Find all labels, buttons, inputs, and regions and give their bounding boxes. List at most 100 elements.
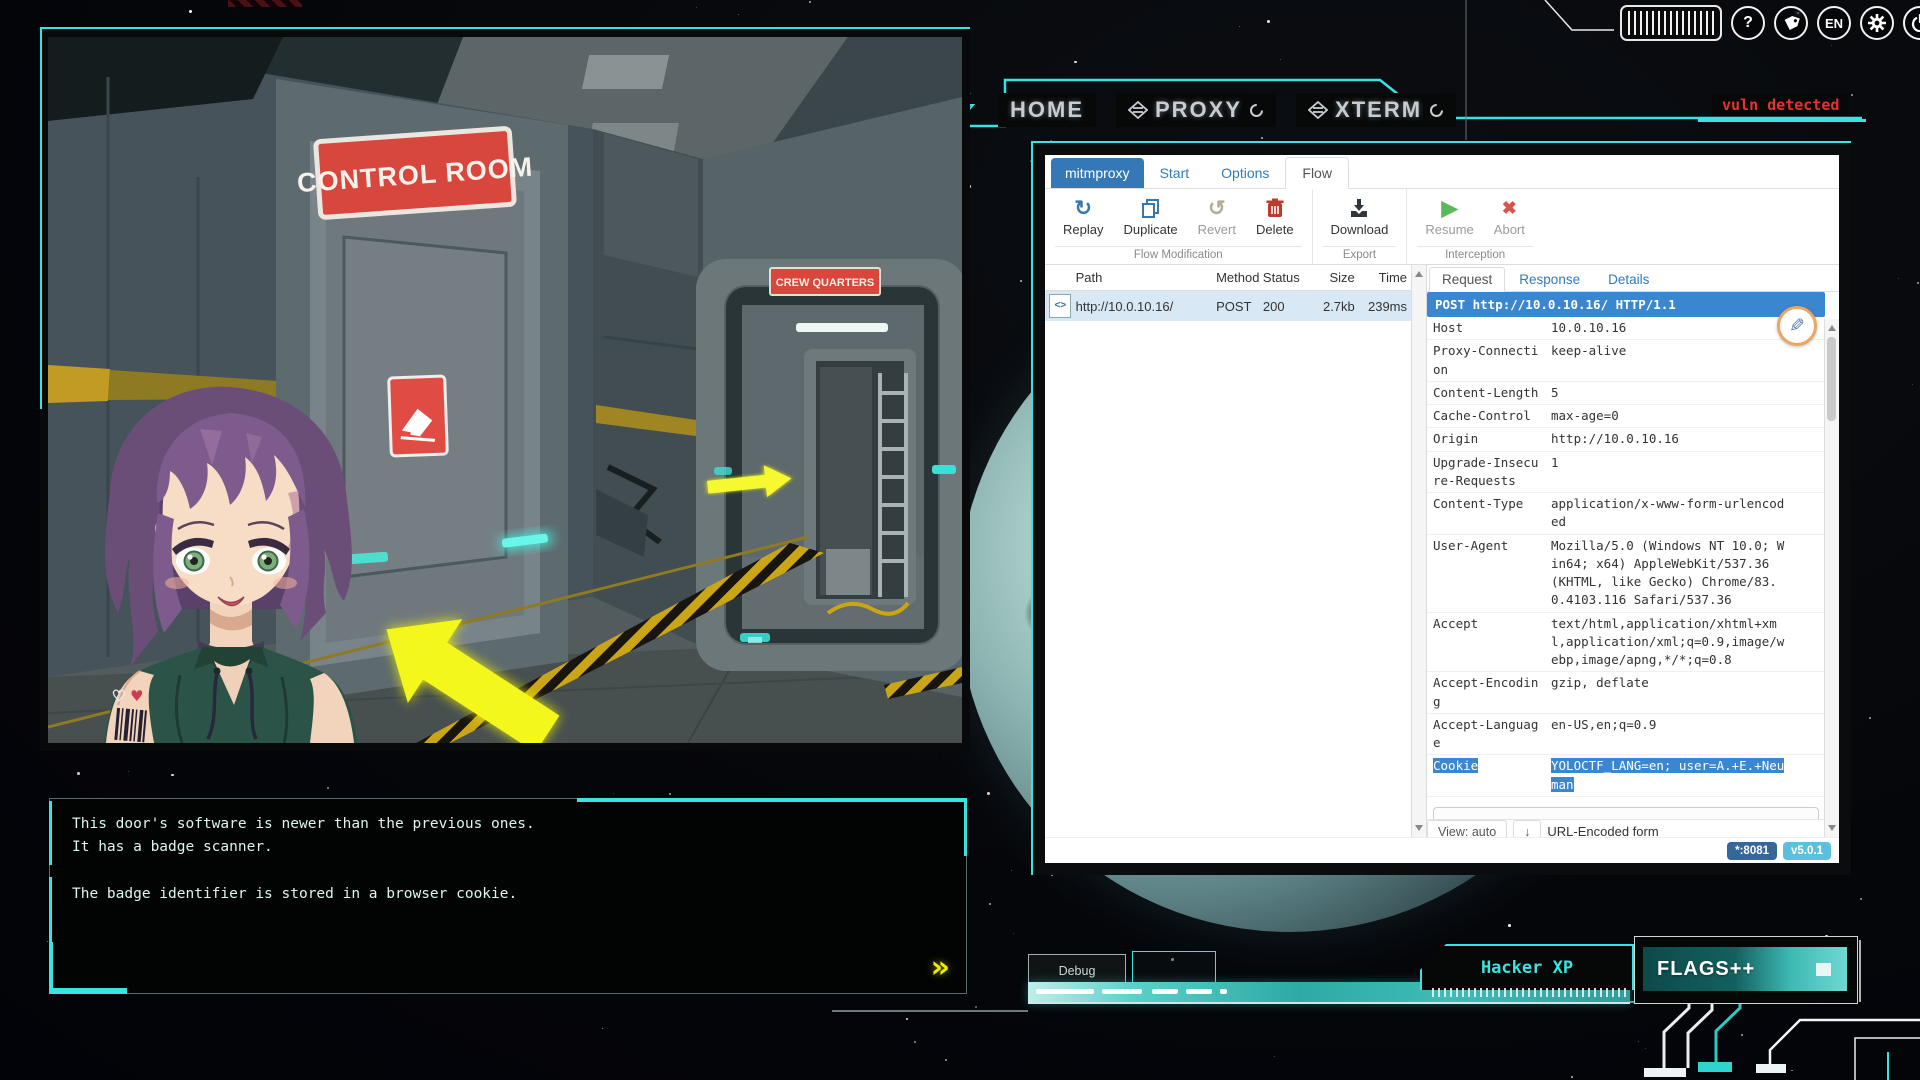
download-label: Download [1331,222,1389,237]
view-mode-tab[interactable]: View: auto [1427,820,1507,837]
duplicate-label: Duplicate [1123,222,1177,237]
nav-xterm[interactable]: XTERM [1296,93,1456,127]
barcode-widget[interactable] [1620,5,1722,41]
tab-details[interactable]: Details [1594,268,1663,291]
abort-label: Abort [1494,222,1525,237]
mitmproxy-window: mitmproxy Start Options Flow ↻ Replay [1031,141,1851,875]
header-row[interactable]: Accepttext/html,application/xhtml+xml,ap… [1427,613,1825,673]
dialog-text: This door's software is newer than the p… [72,813,932,907]
view-footer: View: auto ↓ URL-Encoded form [1427,819,1839,837]
dialog-box[interactable]: This door's software is newer than the p… [49,798,967,994]
header-row[interactable]: Accept-Languageen-US,en;q=0.9 [1427,714,1825,756]
header-row[interactable]: User-AgentMozilla/5.0 (Windows NT 10.0; … [1427,535,1825,613]
app-tabs: mitmproxy Start Options Flow [1045,155,1839,189]
nav-proxy[interactable]: PROXY [1116,93,1276,127]
tab-mitmproxy[interactable]: mitmproxy [1051,158,1144,188]
revert-icon: ↺ [1208,195,1226,221]
flow-table-scrollbar[interactable] [1411,265,1427,837]
game-viewport[interactable]: CREW QUARTERS CONTROL ROOM [40,27,970,751]
header-row[interactable]: Accept-Encodinggzip, deflate [1427,672,1825,714]
header-row[interactable]: Proxy-Connectionkeep-alive [1427,340,1825,382]
delete-button[interactable]: Delete [1248,193,1302,246]
resume-button[interactable]: ▶ Resume [1417,193,1481,246]
scroll-down-icon[interactable] [1828,825,1836,831]
header-row[interactable]: Cache-Controlmax-age=0 [1427,405,1825,428]
tab-response[interactable]: Response [1505,268,1594,291]
caption-flow-modification: Flow Modification [1055,246,1302,264]
proxy-spinner-icon [1249,103,1264,118]
xp-tick-pattern [1432,988,1628,997]
gear-icon [1867,13,1887,33]
tag-button[interactable] [1774,6,1808,40]
header-row[interactable]: Upgrade-Insecure-Requests1 [1427,452,1825,494]
tab-flow[interactable]: Flow [1285,157,1349,189]
col-method[interactable]: Method [1216,270,1263,285]
language-button[interactable]: EN [1817,6,1851,40]
header-row[interactable]: Host10.0.10.16 [1427,317,1825,340]
nav-home[interactable]: HOME [998,93,1096,127]
guide-character: ♥ ♥ [60,371,406,743]
dialog-accent [49,988,127,994]
group-flow-modification: ↻ Replay Duplicate ↺ Revert [1045,189,1313,264]
svg-text:♥: ♥ [112,687,125,705]
header-row-cookie-selected[interactable]: CookieYOLOCTF_LANG=en; user=A.+E.+Neuman [1427,755,1825,797]
edit-button[interactable]: ✎ [1777,306,1817,346]
replay-icon: ↻ [1074,195,1092,221]
power-button[interactable] [1903,6,1920,40]
scroll-up-icon[interactable] [1828,325,1836,331]
detail-scrollbar[interactable] [1824,319,1839,837]
detail-tabs: Request Response Details [1427,265,1839,292]
flow-table-header: Path Method Status Size Time [1045,265,1411,291]
tab-request[interactable]: Request [1429,267,1505,292]
revert-button[interactable]: ↺ Revert [1190,193,1244,246]
scroll-down-icon[interactable] [1415,825,1423,831]
duplicate-button[interactable]: Duplicate [1115,193,1185,246]
col-status[interactable]: Status [1263,270,1308,285]
scroll-thumb[interactable] [1827,337,1836,421]
abort-icon: ✖ [1502,195,1517,221]
flags-panel[interactable]: FLAGS++ [1634,936,1858,1004]
download-button[interactable]: Download [1323,193,1397,246]
dialog-next-icon[interactable]: » [931,950,950,985]
crew-quarters-sign: CREW QUARTERS [776,277,874,289]
download-body-tab[interactable]: ↓ [1513,820,1541,837]
flow-toolbar: ↻ Replay Duplicate ↺ Revert [1045,189,1839,265]
mitmproxy-content: mitmproxy Start Options Flow ↻ Replay [1045,155,1839,863]
nav-proxy-label: PROXY [1155,97,1242,123]
header-row[interactable]: Content-Length5 [1427,382,1825,405]
flow-method: POST [1216,299,1263,314]
tab-options[interactable]: Options [1205,158,1285,188]
flow-row[interactable]: <> http://10.0.10.16/ POST 200 2.7kb 239… [1045,291,1411,321]
replay-button[interactable]: ↻ Replay [1055,193,1111,246]
flow-status: 200 [1263,299,1308,314]
svg-text:♥: ♥ [130,687,143,705]
tab-start[interactable]: Start [1144,158,1206,188]
listen-address-badge: *:8081 [1727,842,1777,860]
abort-button[interactable]: ✖ Abort [1486,193,1533,246]
dialog-accent [49,942,53,994]
proxy-stack-icon [1128,101,1148,119]
settings-button[interactable] [1860,6,1894,40]
help-button[interactable]: ? [1731,6,1765,40]
col-time[interactable]: Time [1355,270,1411,285]
debug-label: Debug [1059,964,1096,978]
language-label: EN [1825,16,1843,31]
vuln-underline [1698,119,1866,122]
caption-export: Export [1323,246,1397,264]
nav-home-label: HOME [1010,97,1084,123]
system-tray: ? EN [1620,5,1920,41]
request-detail: POST http://10.0.10.16/ HTTP/1.1 ✎ Host1… [1427,292,1839,837]
xterm-spinner-icon [1429,103,1444,118]
header-row[interactable]: Originhttp://10.0.10.16 [1427,428,1825,451]
caption-interception: Interception [1417,246,1533,264]
scroll-up-icon[interactable] [1415,271,1423,277]
power-icon [1911,14,1920,32]
col-path[interactable]: Path [1076,270,1216,285]
header-row[interactable]: Content-Typeapplication/x-www-form-urlen… [1427,493,1825,535]
request-line[interactable]: POST http://10.0.10.16/ HTTP/1.1 [1427,292,1825,317]
revert-label: Revert [1198,222,1236,237]
download-icon [1349,195,1369,221]
resume-label: Resume [1425,222,1473,237]
col-size[interactable]: Size [1308,270,1355,285]
group-export: Download Export [1313,189,1408,264]
